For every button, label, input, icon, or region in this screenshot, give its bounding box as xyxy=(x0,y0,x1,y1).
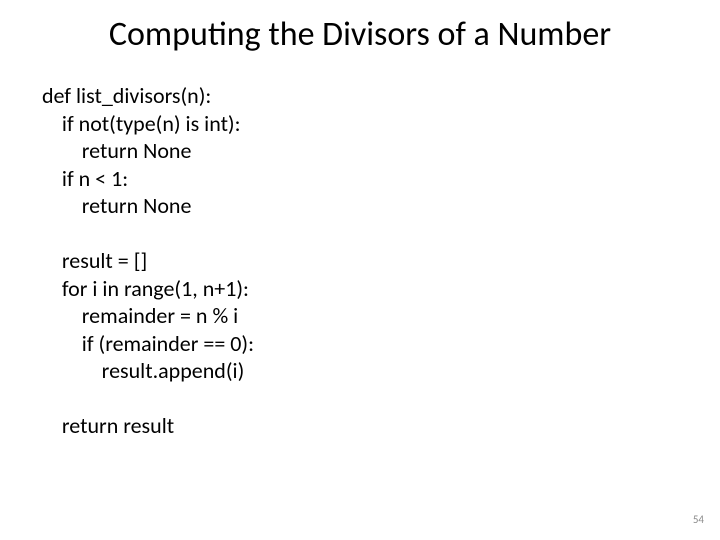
code-block: def list_divisors(n): if not(type(n) is … xyxy=(42,82,254,440)
page-number: 54 xyxy=(693,513,704,526)
slide-title: Computing the Divisors of a Number xyxy=(0,14,720,55)
slide: Computing the Divisors of a Number def l… xyxy=(0,0,720,540)
